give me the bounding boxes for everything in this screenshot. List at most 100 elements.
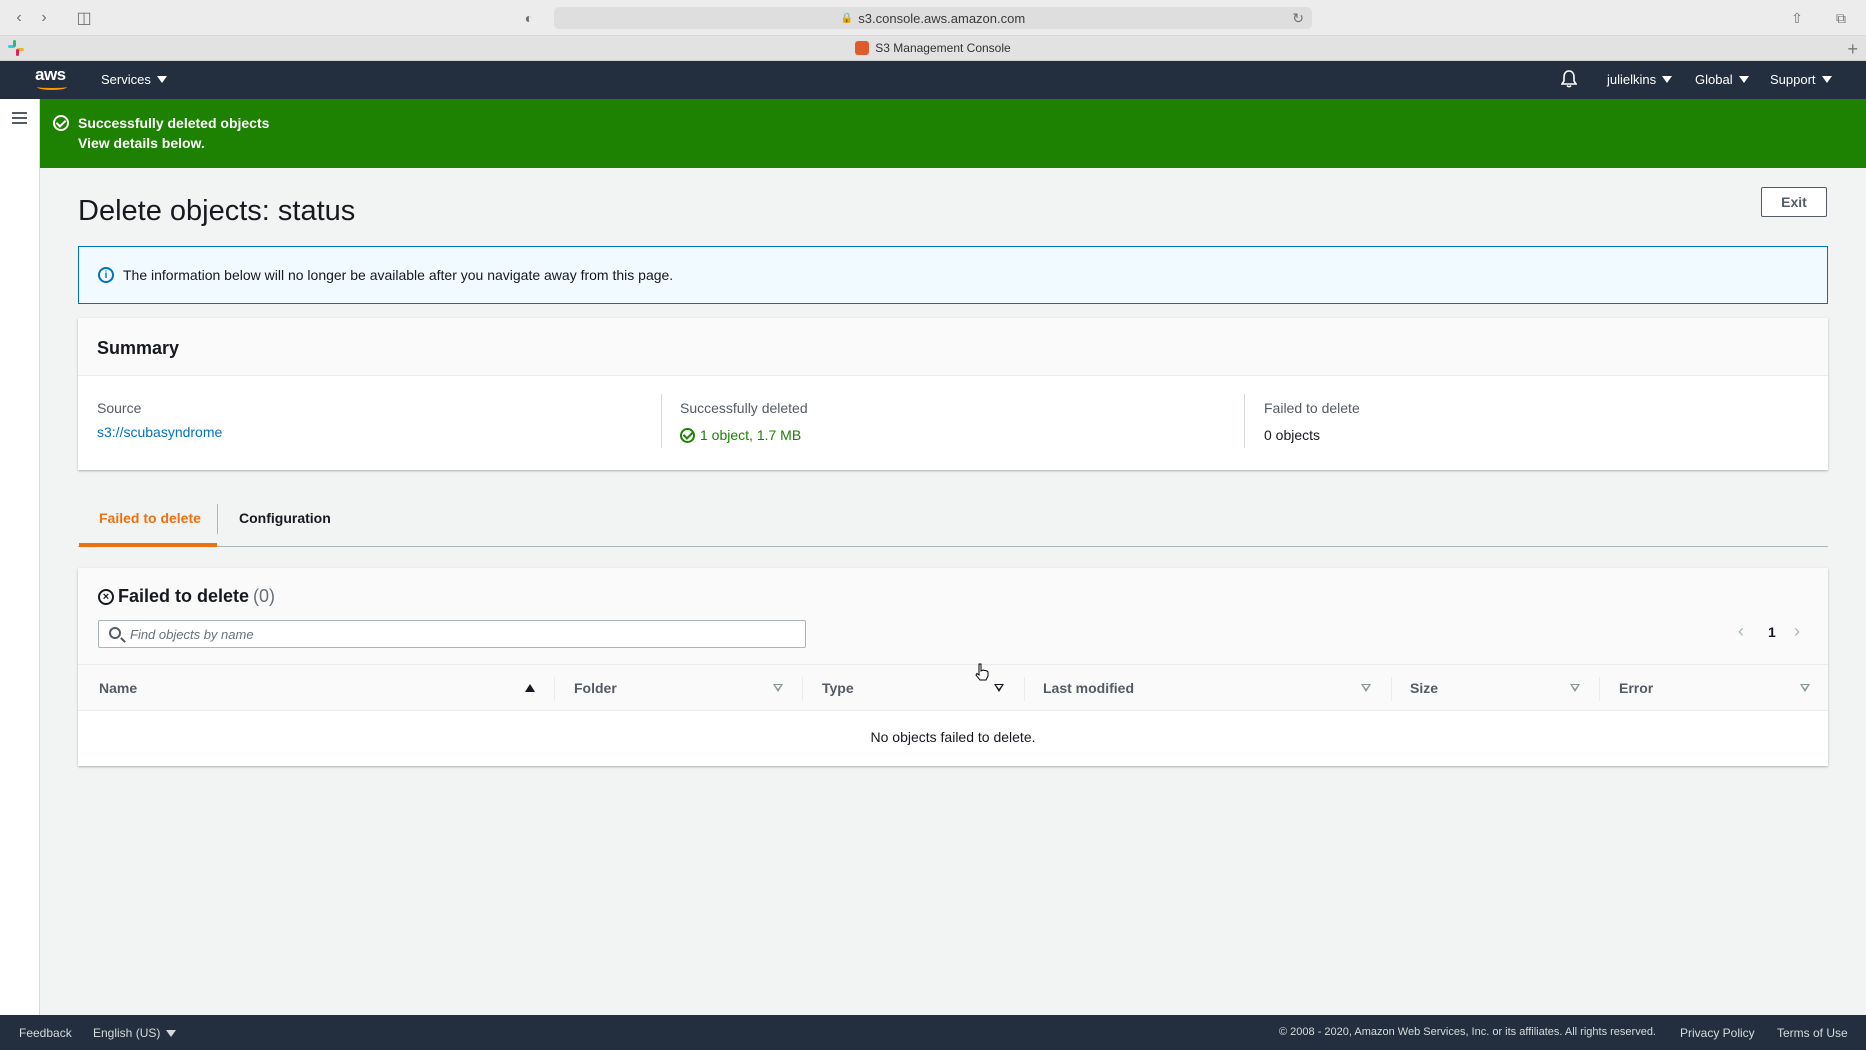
tab-separator <box>217 504 218 534</box>
back-icon[interactable]: ‹ <box>8 8 30 28</box>
info-text: The information below will no longer be … <box>123 267 674 283</box>
column-separator <box>554 677 555 701</box>
support-menu[interactable]: Support <box>1770 72 1832 87</box>
failed-label: Failed to delete <box>1264 400 1360 416</box>
flash-subtitle: View details below. <box>78 135 205 151</box>
browser-tab[interactable]: S3 Management Console <box>0 41 1866 55</box>
sort-descending-icon[interactable] <box>1800 684 1810 692</box>
success-check-icon <box>53 115 69 131</box>
region-menu[interactable]: Global <box>1695 72 1749 87</box>
copyright-text: © 2008 - 2020, Amazon Web Services, Inc.… <box>1279 1026 1656 1038</box>
source-link[interactable]: s3://scubasyndrome <box>97 424 222 440</box>
column-separator <box>802 677 803 701</box>
side-navigation <box>0 99 40 1015</box>
column-divider <box>1244 394 1245 448</box>
account-menu[interactable]: julielkins <box>1607 72 1673 87</box>
services-menu[interactable]: Services <box>101 72 167 87</box>
table-title-text: Failed to delete <box>118 586 250 606</box>
caret-down-icon <box>1662 76 1673 83</box>
notifications-bell-icon[interactable] <box>1561 70 1577 88</box>
share-icon[interactable]: ⇧ <box>1786 8 1808 28</box>
browser-toolbar: ‹ › ◫ ◐ 🔒 s3.console.aws.amazon.com ↻ ⇧ … <box>0 0 1866 36</box>
support-label: Support <box>1770 72 1816 87</box>
tabs-overview-icon[interactable]: ⧉ <box>1830 8 1852 28</box>
sort-descending-icon[interactable] <box>773 684 783 692</box>
sort-descending-icon[interactable] <box>1361 684 1371 692</box>
column-header-error[interactable]: Error <box>1619 680 1653 696</box>
summary-title: Summary <box>97 338 180 358</box>
caret-down-icon <box>1738 76 1749 83</box>
deleted-value-text: 1 object, 1.7 MB <box>700 427 802 443</box>
region-label: Global <box>1695 72 1733 87</box>
flash-title: Successfully deleted objects <box>78 115 270 131</box>
privacy-shield-icon[interactable]: ◐ <box>519 8 539 28</box>
privacy-policy-link[interactable]: Privacy Policy <box>1680 1026 1755 1040</box>
aws-top-nav: aws Services julielkins Global Support <box>0 61 1866 99</box>
table-column-headers: Name Folder Type Last modified Size Erro… <box>78 664 1828 711</box>
summary-header: Summary <box>78 318 1828 376</box>
browser-tab-bar: S3 Management Console <box>0 36 1866 61</box>
aws-logo-text: aws <box>35 65 66 84</box>
exit-button[interactable]: Exit <box>1761 187 1827 217</box>
error-circle-icon: × <box>98 588 114 605</box>
tab-failed-to-delete[interactable]: Failed to delete <box>99 510 201 526</box>
column-divider <box>661 394 662 448</box>
failed-value: 0 objects <box>1264 427 1321 443</box>
reload-icon[interactable]: ↻ <box>1292 10 1304 27</box>
hand-cursor-icon <box>975 663 989 681</box>
sort-ascending-icon[interactable] <box>525 684 535 692</box>
empty-table-message: No objects failed to delete. <box>870 729 1036 745</box>
sidebar-toggle-icon[interactable]: ◫ <box>73 8 95 28</box>
address-bar[interactable]: 🔒 s3.console.aws.amazon.com ↻ <box>554 7 1312 29</box>
feedback-link[interactable]: Feedback <box>19 1026 72 1040</box>
search-box[interactable] <box>98 620 806 648</box>
forward-icon[interactable]: › <box>33 8 55 28</box>
menu-icon[interactable] <box>12 112 27 127</box>
table-title: × Failed to delete (0) <box>98 586 275 607</box>
previous-page-icon[interactable]: ‹ <box>1738 621 1744 642</box>
next-page-icon[interactable]: › <box>1794 621 1800 642</box>
terms-of-use-link[interactable]: Terms of Use <box>1777 1026 1848 1040</box>
s3-favicon-icon <box>855 41 870 55</box>
column-separator <box>1599 677 1600 701</box>
search-input[interactable] <box>130 624 790 644</box>
tab-configuration[interactable]: Configuration <box>239 510 331 526</box>
page-number[interactable]: 1 <box>1768 624 1776 640</box>
source-label: Source <box>97 400 142 416</box>
page-title: Delete objects: status <box>78 195 356 227</box>
column-separator <box>1391 677 1392 701</box>
account-label: julielkins <box>1607 72 1657 87</box>
column-header-type[interactable]: Type <box>822 680 854 696</box>
column-separator <box>1024 677 1025 701</box>
sort-descending-icon[interactable] <box>994 684 1004 692</box>
slack-icon[interactable] <box>8 40 24 56</box>
sort-descending-icon[interactable] <box>1570 684 1580 692</box>
success-check-icon <box>680 427 695 443</box>
aws-logo[interactable]: aws <box>35 65 69 91</box>
tabs: Failed to delete Configuration <box>78 498 1828 547</box>
language-label: English (US) <box>93 1026 161 1040</box>
caret-down-icon <box>166 1029 177 1037</box>
caret-down-icon <box>156 76 167 83</box>
services-label: Services <box>101 72 151 87</box>
tab-title: S3 Management Console <box>875 41 1011 55</box>
active-tab-indicator <box>79 543 217 547</box>
footer: Feedback English (US) © 2008 - 2020, Ama… <box>0 1015 1866 1050</box>
table-count: (0) <box>253 586 276 606</box>
column-header-folder[interactable]: Folder <box>574 680 617 696</box>
language-selector[interactable]: English (US) <box>93 1026 177 1040</box>
new-tab-icon[interactable]: + <box>1847 39 1858 60</box>
info-icon: i <box>98 267 114 283</box>
column-header-last-modified[interactable]: Last modified <box>1043 680 1134 696</box>
column-header-size[interactable]: Size <box>1410 680 1438 696</box>
lock-icon: 🔒 <box>840 12 854 24</box>
table-header: ×Failed to delete(0) ‹ 1 › <box>78 568 1828 664</box>
url-text: s3.console.aws.amazon.com <box>858 10 1026 26</box>
success-flash-banner: Successfully deleted objects View detail… <box>40 99 1866 168</box>
failed-objects-table: ×Failed to delete(0) ‹ 1 › Name Folder T… <box>78 568 1828 766</box>
column-header-name[interactable]: Name <box>99 680 137 696</box>
aws-smile-icon <box>37 84 67 90</box>
info-alert: i The information below will no longer b… <box>78 246 1828 304</box>
caret-down-icon <box>1821 76 1832 83</box>
deleted-value: 1 object, 1.7 MB <box>680 427 801 443</box>
